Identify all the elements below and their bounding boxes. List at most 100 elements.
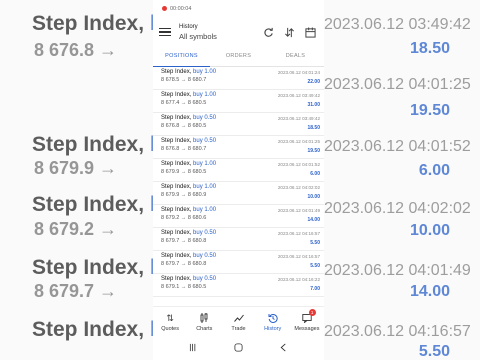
trade-side: buy 0.50 — [193, 276, 217, 282]
profit: 19.50 — [307, 148, 320, 154]
list-item[interactable]: Step Index, buy 0.50 8 679.1 → 8 680.5 2… — [153, 274, 324, 297]
bg-right-value: 6.00 — [418, 162, 450, 179]
tab-positions[interactable]: POSITIONS — [153, 47, 210, 67]
nav-label: History — [264, 326, 282, 332]
system-navigation — [153, 336, 324, 360]
nav-trade[interactable]: Trade — [221, 307, 255, 336]
charts-icon — [199, 313, 209, 324]
nav-label: Quotes — [161, 326, 179, 332]
bg-left-prices: 8 679.9 → — [34, 158, 118, 178]
trade-side: buy 1.00 — [193, 161, 217, 167]
recording-icon — [162, 6, 167, 11]
nav-charts[interactable]: Charts — [187, 307, 221, 336]
calendar-icon[interactable] — [303, 25, 318, 40]
list-item[interactable]: Step Index, buy 1.00 8 678.5 → 8 680.7 2… — [153, 67, 324, 90]
tab-deals[interactable]: DEALS — [267, 47, 324, 66]
list-item[interactable]: Step Index, buy 0.50 8 679.7 → 8 680.8 2… — [153, 251, 324, 274]
profit: 18.50 — [307, 125, 320, 131]
nav-messages[interactable]: 1 Messages — [290, 307, 324, 336]
list-item[interactable]: Step Index, buy 1.00 8 679.9 → 8 680.5 2… — [153, 159, 324, 182]
deal-time: 2023.06.12 04:01:25 — [277, 139, 320, 144]
bg-right-time: 2023.06.12 04:02:02 — [324, 200, 471, 217]
bg-right-value: 18.50 — [409, 40, 450, 57]
deals-list: Step Index, buy 1.00 8 678.5 → 8 680.7 2… — [153, 67, 324, 305]
trade-side: buy 0.50 — [193, 138, 217, 144]
background-left-panel: Step Index, buy 8 676.8 → Step Index, bu… — [0, 0, 153, 360]
bg-right-time: 2023.06.12 04:01:25 — [324, 76, 471, 93]
symbol: Step Index, — [161, 161, 192, 167]
bg-right-value: 10.00 — [409, 222, 450, 239]
list-item[interactable]: Step Index, buy 1.00 8 679.2 → 8 680.6 2… — [153, 205, 324, 228]
deal-time: 2023.06.12 04:01:49 — [277, 208, 320, 213]
bg-left-row: Step Index, buy — [32, 193, 153, 216]
list-item[interactable]: Step Index, buy 0.50 8 676.8 → 8 680.7 2… — [153, 136, 324, 159]
symbol: Step Index, — [161, 276, 192, 282]
bg-left-row: Step Index, buy — [32, 256, 153, 279]
recent-apps-icon[interactable] — [189, 343, 198, 354]
nav-history[interactable]: History — [256, 307, 290, 336]
list-item[interactable]: Step Index, buy 1.00 8 677.4 → 8 680.5 2… — [153, 90, 324, 113]
phone-screen: 00:00:04 History All symbols POSITIONS O… — [153, 0, 324, 360]
trade-side: buy 1.00 — [193, 184, 217, 190]
symbol: Step Index, — [161, 115, 192, 121]
refresh-icon[interactable] — [261, 25, 276, 40]
profit: 14.00 — [307, 217, 320, 223]
history-icon — [268, 313, 278, 324]
menu-icon[interactable] — [159, 28, 171, 36]
deal-time: 2023.06.12 04:16:57 — [277, 254, 320, 259]
bg-left-prices: 8 676.8 → — [34, 40, 118, 60]
list-item[interactable]: Step Index, buy 0.50 8 679.7 → 8 680.8 2… — [153, 228, 324, 251]
symbol: Step Index, — [161, 253, 192, 259]
deal-time: 2023.06.12 04:01:24 — [277, 70, 320, 75]
bg-right-value: 19.50 — [409, 102, 450, 119]
nav-label: Trade — [231, 326, 246, 332]
bg-right-value: 14.00 — [409, 283, 450, 300]
profit: 31.00 — [307, 102, 320, 108]
page-title: History — [179, 23, 198, 30]
symbol: Step Index, — [161, 69, 192, 75]
prices: 8 679.9 → 8 680.9 — [161, 192, 207, 198]
trade-side: buy 1.00 — [193, 92, 217, 98]
profit: 5.50 — [310, 263, 320, 269]
title-block[interactable]: History All symbols — [179, 24, 255, 41]
list-item[interactable]: Step Index, buy 1.00 8 679.9 → 8 680.9 2… — [153, 182, 324, 205]
trade-side: buy 0.50 — [193, 115, 217, 121]
deal-time: 2023.06.12 04:16:22 — [277, 277, 320, 282]
bg-left-row: Step Index, buy — [32, 318, 153, 341]
trade-side: buy 1.00 — [193, 207, 217, 213]
sort-icon[interactable] — [282, 25, 297, 40]
home-icon[interactable] — [234, 342, 243, 354]
symbol: Step Index, — [161, 184, 192, 190]
nav-quotes[interactable]: ⇅ Quotes — [153, 307, 187, 336]
prices: 8 677.4 → 8 680.5 — [161, 100, 207, 106]
trade-side: buy 0.50 — [193, 230, 217, 236]
prices: 8 676.8 → 8 680.5 — [161, 123, 207, 129]
app-bar: History All symbols — [153, 17, 324, 47]
list-item[interactable]: Step Index, buy 0.50 8 676.8 → 8 680.5 2… — [153, 113, 324, 136]
prices: 8 679.9 → 8 680.5 — [161, 169, 207, 175]
symbol: Step Index, — [161, 230, 192, 236]
bg-right-time: 2023.06.12 04:01:52 — [324, 138, 471, 155]
symbol: Step Index, — [161, 138, 192, 144]
bg-right-time: 2023.06.12 04:16:57 — [324, 323, 471, 340]
tab-orders[interactable]: ORDERS — [210, 47, 267, 66]
deal-time: 2023.06.12 04:01:52 — [277, 162, 320, 167]
symbol: Step Index, — [161, 92, 192, 98]
trade-side: buy 0.50 — [193, 253, 217, 259]
prices: 8 679.1 → 8 680.5 — [161, 284, 207, 290]
back-icon[interactable] — [279, 343, 288, 354]
prices: 8 676.8 → 8 680.7 — [161, 146, 207, 152]
bg-left-prices: 8 679.7 → — [34, 281, 118, 301]
deal-time: 2023.06.12 03:49:42 — [277, 93, 320, 98]
history-tabs: POSITIONS ORDERS DEALS — [153, 47, 324, 67]
unread-badge: 1 — [308, 309, 316, 316]
record-time: 00:00:04 — [170, 5, 192, 12]
prices: 8 678.5 → 8 680.7 — [161, 77, 207, 83]
bottom-navigation: ⇅ Quotes Charts Trade History 1 Messages — [153, 306, 324, 336]
profit: 7.00 — [310, 286, 320, 292]
nav-label: Charts — [196, 326, 213, 332]
bg-right-time: 2023.06.12 04:01:49 — [324, 262, 471, 279]
bg-right-time: 2023.06.12 03:49:42 — [324, 16, 471, 33]
background-right-panel: 2023.06.12 03:49:42 18.50 2023.06.12 04:… — [324, 0, 480, 360]
profit: 6.00 — [310, 171, 320, 177]
